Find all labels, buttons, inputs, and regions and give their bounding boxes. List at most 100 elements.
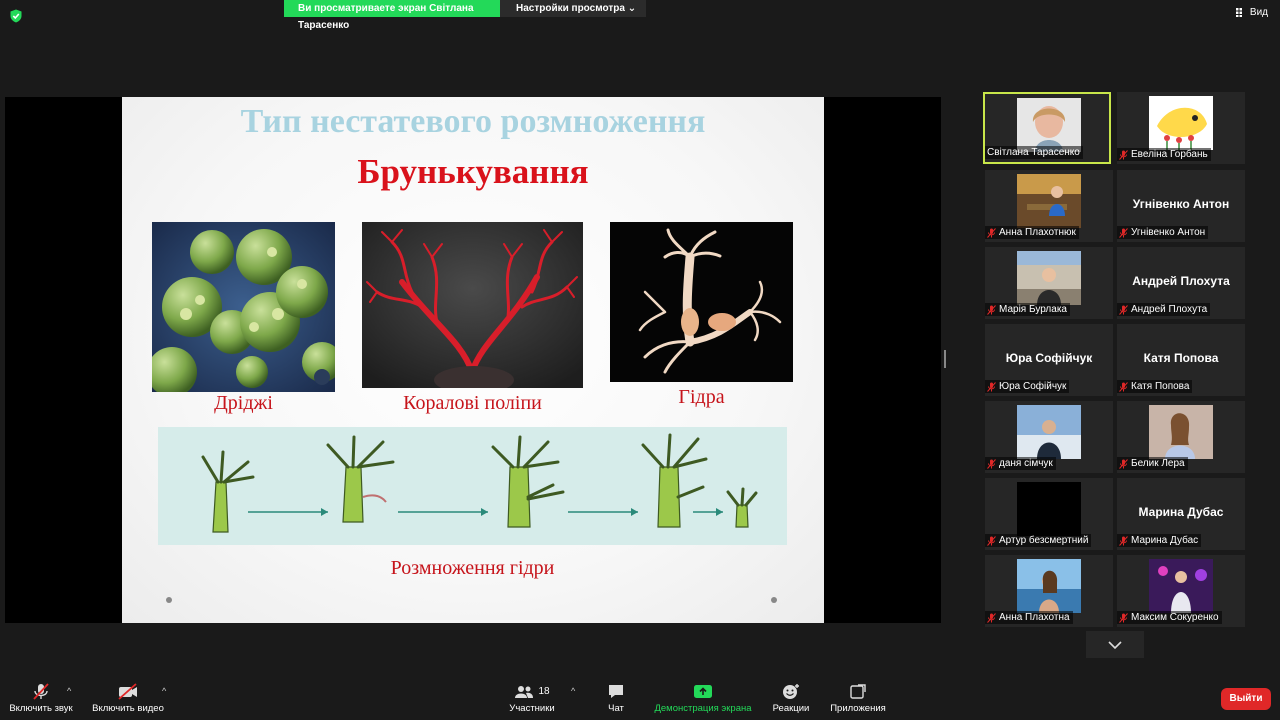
participant-tile[interactable]: даня сімчук	[985, 401, 1113, 473]
participant-tile[interactable]: Анна Плахотна	[985, 555, 1113, 627]
participant-tile[interactable]: Анна Плахотнюк	[985, 170, 1113, 242]
participant-tile[interactable]: Евеліна Горбань	[1117, 92, 1245, 164]
view-button-label: Вид	[1249, 7, 1268, 18]
yeast-image	[152, 222, 335, 392]
participants-icon	[515, 685, 534, 698]
viewing-screen-label: Ви просматриваете экран Світлана Тарасен…	[284, 0, 500, 31]
unmute-button[interactable]: Включить звук	[6, 683, 76, 714]
participants-label: Участники	[509, 703, 555, 714]
gallery-next-page-button[interactable]	[1086, 631, 1144, 658]
participant-video	[1149, 559, 1213, 613]
participant-tile[interactable]: Юра Софійчук Юра Софійчук	[985, 324, 1113, 396]
participant-video	[1149, 405, 1213, 459]
participant-name: Катя Попова	[1117, 380, 1193, 393]
slide-subtitle: Брунькування	[357, 152, 589, 191]
participant-video	[1017, 174, 1081, 228]
slide-title: Тип нестатевого розмноження	[240, 103, 706, 140]
participant-name: Анна Плахотна	[985, 611, 1073, 624]
mic-muted-icon	[1119, 227, 1128, 238]
participant-video	[1017, 98, 1081, 152]
chat-label: Чат	[608, 703, 624, 714]
participant-name: Анна Плахотнюк	[985, 226, 1079, 239]
chevron-down-icon	[1108, 641, 1122, 650]
mic-muted-icon	[1119, 149, 1128, 160]
mic-muted-icon	[1119, 458, 1128, 469]
stages-caption: Розмноження гідри	[390, 557, 555, 579]
hydra-caption: Гідра	[678, 386, 725, 408]
split-divider-handle[interactable]	[944, 350, 946, 368]
apps-label: Приложения	[830, 703, 886, 714]
participant-name: Артур безсмертний	[985, 534, 1092, 547]
mic-muted-icon	[1119, 381, 1128, 392]
mic-muted-icon	[1119, 612, 1128, 623]
start-video-button[interactable]: Включить видео	[90, 683, 166, 714]
reactions-label: Реакции	[772, 703, 810, 714]
participant-video	[1149, 96, 1213, 150]
audio-options-caret[interactable]: ^	[67, 686, 71, 696]
slide-dot-right	[771, 597, 777, 603]
participant-tile[interactable]: Марія Бурлака	[985, 247, 1113, 319]
unmute-label: Включить звук	[9, 703, 73, 714]
leave-button[interactable]: Выйти	[1221, 688, 1271, 710]
participant-tile[interactable]: Катя Попова Катя Попова	[1117, 324, 1245, 396]
participant-name: Юра Софійчук	[985, 380, 1070, 393]
participant-name-large: Угнівенко Антон	[1132, 197, 1230, 211]
participants-options-caret[interactable]: ^	[571, 686, 575, 696]
encryption-shield-icon[interactable]	[9, 9, 23, 23]
participant-tile[interactable]: Марина Дубас Марина Дубас	[1117, 478, 1245, 550]
participant-tile[interactable]: Угнівенко Антон Угнівенко Антон	[1117, 170, 1245, 242]
chevron-down-icon: ⌄	[627, 3, 637, 14]
participant-tile[interactable]: Світлана Тарасенко	[983, 92, 1111, 164]
start-video-label: Включить видео	[92, 703, 164, 714]
mic-muted-icon	[1119, 535, 1128, 546]
participant-video	[1017, 482, 1081, 536]
chat-icon	[609, 685, 623, 698]
chat-button[interactable]: Чат	[598, 683, 634, 714]
participant-video	[1017, 405, 1081, 459]
participant-name-large: Андрей Плохута	[1132, 274, 1230, 288]
participant-name: Марина Дубас	[1117, 534, 1202, 547]
participant-name: даня сімчук	[985, 457, 1056, 470]
mic-muted-icon	[987, 381, 996, 392]
participant-name-large: Марина Дубас	[1138, 505, 1224, 519]
mic-muted-icon	[987, 304, 996, 315]
share-screen-icon	[694, 685, 712, 698]
mic-muted-icon	[987, 612, 996, 623]
participant-name-large: Катя Попова	[1143, 351, 1219, 365]
hydra-budding-stages-image	[158, 427, 787, 545]
hydra-image	[610, 222, 793, 382]
view-options-label: Настройки просмотра	[516, 3, 625, 14]
presentation-slide: Тип нестатевого розмноження Брунькування…	[122, 97, 824, 623]
slide-dot-left	[166, 597, 172, 603]
participant-name: Світлана Тарасенко	[985, 146, 1083, 159]
participant-name: Белик Лера	[1117, 457, 1188, 470]
participant-video	[1017, 559, 1081, 613]
reactions-icon	[783, 684, 799, 699]
participant-name: Максим Сокуренко	[1117, 611, 1222, 624]
share-screen-button[interactable]: Демонстрация экрана	[650, 683, 756, 714]
video-options-caret[interactable]: ^	[162, 686, 166, 696]
apps-button[interactable]: Приложения	[826, 683, 890, 714]
mic-off-icon	[33, 683, 49, 700]
participant-name: Евеліна Горбань	[1117, 148, 1211, 161]
mic-muted-icon	[987, 458, 996, 469]
share-screen-label: Демонстрация экрана	[654, 703, 752, 714]
coral-image	[362, 222, 583, 388]
share-banner: Ви просматриваете экран Світлана Тарасен…	[284, 0, 647, 31]
participants-count: 18	[538, 686, 550, 697]
participant-name: Угнівенко Антон	[1117, 226, 1209, 239]
participant-tile[interactable]: Максим Сокуренко	[1117, 555, 1245, 627]
participant-name-large: Юра Софійчук	[1005, 351, 1093, 365]
participant-video	[1017, 251, 1081, 305]
view-options-button[interactable]: Настройки просмотра ⌄	[500, 0, 647, 17]
participant-tile[interactable]: Белик Лера	[1117, 401, 1245, 473]
participant-tile[interactable]: Андрей Плохута Андрей Плохута	[1117, 247, 1245, 319]
mic-muted-icon	[987, 535, 996, 546]
reactions-button[interactable]: Реакции	[768, 683, 814, 714]
yeast-caption: Дріджі	[214, 392, 273, 414]
participant-name: Марія Бурлака	[985, 303, 1070, 316]
mic-muted-icon	[1119, 304, 1128, 315]
participant-tile[interactable]: Артур безсмертний	[985, 478, 1113, 550]
view-button[interactable]: Вид	[1235, 7, 1268, 18]
participants-button[interactable]: 18 Участники	[505, 683, 559, 714]
